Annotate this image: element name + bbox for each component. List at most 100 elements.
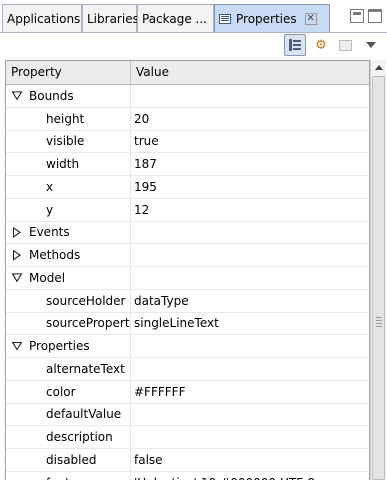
property-row[interactable]: color #FFFFFF	[6, 380, 369, 404]
property-row[interactable]: description	[6, 426, 369, 449]
property-row[interactable]: sourcePropert singleLineText	[6, 312, 369, 336]
property-value-cell[interactable]: 20	[131, 108, 369, 130]
property-value-cell[interactable]: 'Helvetica';10;#000000;UTF-8	[131, 472, 369, 480]
column-header-value[interactable]: Value	[131, 61, 369, 84]
tab-package[interactable]: Package ...	[137, 4, 214, 32]
property-value-cell[interactable]: singleLineText	[131, 313, 369, 335]
property-value-cell	[131, 222, 369, 244]
maximize-icon[interactable]	[368, 9, 382, 23]
property-value-cell	[131, 335, 369, 357]
property-value-cell[interactable]: 195	[131, 176, 369, 198]
category-row[interactable]: Bounds	[6, 85, 369, 108]
tab-libraries[interactable]: Libraries	[82, 4, 139, 32]
property-row[interactable]: y 12	[6, 198, 369, 222]
property-row[interactable]: visible true	[6, 130, 369, 154]
property-name-cell: description	[6, 426, 131, 448]
category-row[interactable]: Methods	[6, 244, 369, 267]
property-value-cell[interactable]	[131, 404, 369, 426]
scroll-up-arrow-icon[interactable]	[371, 60, 386, 75]
property-row[interactable]: font 'Helvetica';10;#000000;UTF-8	[6, 471, 369, 480]
show-advanced-button[interactable]: ⚙	[310, 34, 332, 56]
property-name: height	[46, 111, 85, 126]
view-tab-bar: Applications Libraries Package ... Prope…	[0, 0, 387, 33]
property-name: Bounds	[29, 88, 74, 103]
collapse-right-icon[interactable]	[10, 226, 24, 238]
vertical-scrollbar[interactable]	[370, 60, 386, 480]
tab-properties[interactable]: Properties ✕	[214, 4, 330, 32]
property-name-cell: Events	[6, 221, 131, 244]
restore-defaults-button[interactable]	[334, 34, 356, 56]
property-value-cell	[131, 85, 369, 107]
property-name: sourceHolder	[46, 293, 126, 308]
property-row[interactable]: sourceHolder dataType	[6, 289, 369, 313]
property-name-cell: Model	[6, 267, 131, 289]
view-menu-icon	[366, 42, 376, 48]
category-row[interactable]: Properties	[6, 335, 369, 358]
property-value-cell[interactable]: dataType	[131, 290, 369, 312]
property-name-cell: Methods	[6, 244, 131, 266]
properties-toolbar: ⚙	[0, 33, 387, 59]
filter-icon: ⚙	[315, 37, 327, 53]
property-row[interactable]: defaultValue	[6, 403, 369, 427]
scrollbar-thumb[interactable]	[372, 76, 385, 480]
property-name: visible	[46, 134, 85, 149]
property-name: description	[46, 430, 113, 445]
property-value-cell[interactable]: false	[131, 449, 369, 471]
table-header: Property Value	[6, 61, 369, 85]
property-name: width	[46, 157, 80, 172]
tab-label: Applications	[7, 11, 81, 26]
property-row[interactable]: height 20	[6, 107, 369, 131]
property-name-cell: x	[6, 176, 131, 198]
property-name: disabled	[46, 452, 97, 467]
restore-defaults-icon	[338, 39, 352, 51]
collapse-right-icon[interactable]	[10, 249, 24, 261]
property-name: Model	[29, 270, 66, 285]
expand-down-icon[interactable]	[10, 340, 24, 352]
category-row[interactable]: Events	[6, 221, 369, 245]
property-name-cell: disabled	[6, 449, 131, 471]
table-body: Bounds height 20 visible true width 187 x 195 y 12…	[6, 85, 369, 480]
property-name-cell: sourcePropert	[6, 312, 131, 335]
property-value-cell	[131, 267, 369, 289]
grip-icon	[376, 317, 382, 327]
property-value-cell	[131, 244, 369, 266]
view-menu-button[interactable]	[360, 34, 382, 56]
property-name-cell: height	[6, 107, 131, 130]
property-name: alternateText	[46, 361, 125, 376]
property-value-cell[interactable]: 12	[131, 199, 369, 221]
expand-down-icon[interactable]	[10, 272, 24, 284]
property-row[interactable]: disabled false	[6, 449, 369, 472]
property-name: Events	[29, 225, 70, 240]
property-row[interactable]: x 195	[6, 176, 369, 199]
view-window-controls	[348, 3, 384, 29]
property-row[interactable]: alternateText	[6, 358, 369, 381]
property-name: x	[46, 179, 54, 194]
property-name-cell: sourceHolder	[6, 289, 131, 312]
property-name-cell: font	[6, 471, 131, 480]
property-name-cell: y	[6, 198, 131, 221]
column-header-property[interactable]: Property	[6, 61, 131, 84]
close-icon[interactable]: ✕	[304, 12, 317, 25]
property-row[interactable]: width 187	[6, 153, 369, 176]
property-value-cell[interactable]: true	[131, 131, 369, 153]
category-row[interactable]: Model	[6, 267, 369, 290]
property-name: defaultValue	[46, 407, 122, 422]
property-name-cell: alternateText	[6, 358, 131, 380]
property-value-cell[interactable]: 187	[131, 153, 369, 175]
property-name: y	[46, 202, 54, 217]
property-name: sourcePropert	[46, 316, 130, 331]
minimize-icon[interactable]	[350, 9, 364, 23]
property-name: color	[46, 384, 76, 399]
tab-applications[interactable]: Applications	[2, 4, 82, 32]
tab-label: Properties	[236, 11, 297, 26]
tab-label: Libraries	[87, 11, 139, 26]
property-value-cell[interactable]	[131, 426, 369, 448]
property-name-cell: Properties	[6, 335, 131, 357]
property-value-cell[interactable]: #FFFFFF	[131, 381, 369, 403]
property-name-cell: width	[6, 153, 131, 175]
expand-down-icon[interactable]	[10, 90, 24, 102]
show-categories-button[interactable]	[284, 34, 306, 56]
categories-icon	[289, 39, 301, 51]
property-name-cell: color	[6, 380, 131, 403]
property-value-cell[interactable]	[131, 358, 369, 380]
